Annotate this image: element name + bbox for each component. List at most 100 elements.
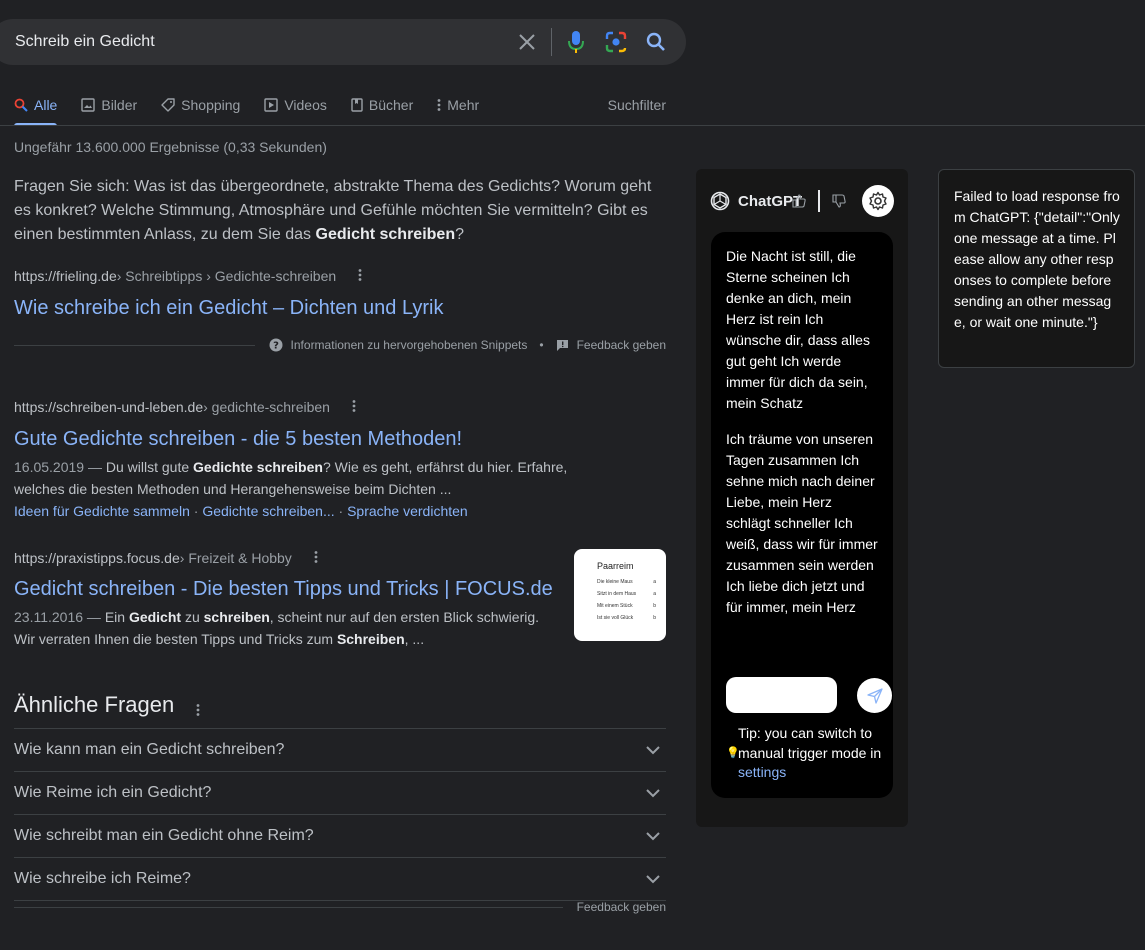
sitelink[interactable]: Gedichte schreiben... xyxy=(202,503,334,519)
chatgpt-panel: ChatGPT Die Nacht ist still, die Sterne … xyxy=(696,169,908,827)
tab-label: Bilder xyxy=(101,97,138,113)
response-paragraph: Die Nacht ist still, die Sterne scheinen… xyxy=(726,248,870,411)
result-title-link[interactable]: Wie schreibe ich ein Gedicht – Dichten u… xyxy=(14,295,666,321)
search-icon xyxy=(14,98,28,112)
thumbs-down-icon[interactable] xyxy=(832,194,846,208)
desc-text: zu xyxy=(181,609,204,625)
error-panel: Failed to load response from ChatGPT: {"… xyxy=(938,169,1135,368)
more-options-button[interactable] xyxy=(308,550,324,566)
result-domain: https://frieling.de xyxy=(14,268,117,284)
search-result: https://schreiben-und-leben.de › gedicht… xyxy=(14,399,666,522)
search-divider xyxy=(551,28,552,56)
thumbnail-rhyme: b xyxy=(653,615,656,621)
featured-result: https://frieling.de › Schreibtipps › Ged… xyxy=(14,268,666,321)
result-description: 23.11.2016 — Ein Gedicht zu schreiben, s… xyxy=(14,606,554,650)
desc-bold: Gedichte schreiben xyxy=(193,459,323,475)
sitelink-separator: · xyxy=(334,503,348,519)
more-options-button[interactable] xyxy=(346,399,362,415)
tab-alle[interactable]: Alle xyxy=(14,84,58,126)
thumbnail-line: Ist sie voll Glück xyxy=(597,615,634,621)
tab-label: Bücher xyxy=(368,97,414,113)
chatgpt-tip: 💡 Tip: you can switch to manual trigger … xyxy=(726,724,886,783)
tab-bilder[interactable]: Bilder xyxy=(81,84,137,126)
thumbnail-row: Die kleine Maus a xyxy=(597,576,656,588)
chevron-down-icon xyxy=(646,788,660,797)
related-question[interactable]: Wie schreibt man ein Gedicht ohne Reim? xyxy=(14,814,666,857)
book-icon xyxy=(351,98,363,112)
more-options-button[interactable] xyxy=(352,268,368,284)
tab-label: Mehr xyxy=(447,97,480,113)
related-questions-title: Ähnliche Fragen xyxy=(14,692,175,717)
result-title-link[interactable]: Gute Gedichte schreiben - die 5 besten M… xyxy=(14,426,666,452)
desc-bold: Schreiben xyxy=(336,631,405,647)
search-button[interactable] xyxy=(636,19,676,65)
result-description: 16.05.2019 — Du willst gute Gedichte sch… xyxy=(14,456,574,500)
microphone-icon xyxy=(568,31,584,53)
sitelinks: Ideen für Gedichte sammeln · Gedichte sc… xyxy=(14,500,666,522)
search-input[interactable] xyxy=(0,19,507,65)
tab-label: Alle xyxy=(34,97,58,113)
result-cite: https://praxistipps.focus.de › Freizeit … xyxy=(14,550,566,566)
tab-buecher[interactable]: Bücher xyxy=(351,84,413,126)
settings-button[interactable] xyxy=(862,185,894,217)
sitelink[interactable]: Sprache verdichten xyxy=(347,503,468,519)
related-questions-footer: Feedback geben xyxy=(14,900,666,914)
send-icon xyxy=(866,687,883,704)
camera-lens-icon xyxy=(605,31,627,53)
openai-logo-icon xyxy=(710,191,730,211)
search-bar xyxy=(0,19,686,65)
thumbnail-line: Mit einem Stück xyxy=(597,603,633,609)
result-breadcrumb: › Freizeit & Hobby xyxy=(179,550,292,566)
tab-shopping[interactable]: Shopping xyxy=(161,84,240,126)
question-text: Wie kann man ein Gedicht schreiben? xyxy=(14,741,285,758)
send-button[interactable] xyxy=(857,678,892,713)
chevron-down-icon xyxy=(646,874,660,883)
result-domain: https://praxistipps.focus.de xyxy=(14,550,180,566)
featured-snippet-text: Fragen Sie sich: Was ist das übergeordne… xyxy=(14,175,666,247)
result-date: 16.05.2019 — xyxy=(14,459,106,475)
result-date: 23.11.2016 — xyxy=(14,609,105,625)
question-text: Wie schreibt man ein Gedicht ohne Reim? xyxy=(14,827,314,844)
result-thumbnail[interactable]: Paarreim Die kleine Maus a Sitzt in dem H… xyxy=(574,549,666,641)
tab-videos[interactable]: Videos xyxy=(264,84,327,126)
related-questions-heading: Ähnliche Fragen xyxy=(14,692,206,718)
chatgpt-message-input[interactable] xyxy=(726,677,837,713)
tag-icon xyxy=(161,98,175,112)
feedback-link[interactable]: Feedback geben xyxy=(556,338,666,352)
play-icon xyxy=(264,98,279,112)
more-options-button[interactable] xyxy=(190,697,206,716)
search-tabs: Alle Bilder Shopping Videos Bücher Mehr … xyxy=(14,84,666,126)
related-question[interactable]: Wie kann man ein Gedicht schreiben? xyxy=(14,728,666,771)
result-stats: Ungefähr 13.600.000 Ergebnisse (0,33 Sek… xyxy=(14,139,327,155)
image-icon xyxy=(81,98,96,112)
sitelink-separator: · xyxy=(189,503,203,519)
search-result: https://praxistipps.focus.de › Freizeit … xyxy=(14,550,566,650)
desc-bold: Gedicht xyxy=(128,609,182,625)
thumbnail-rhyme: a xyxy=(653,591,656,597)
thumbs-up-icon[interactable] xyxy=(792,194,806,208)
related-question[interactable]: Wie schreibe ich Reime? xyxy=(14,857,666,901)
sitelink[interactable]: Ideen für Gedichte sammeln xyxy=(14,503,190,519)
chatgpt-response: Die Nacht ist still, die Sterne scheinen… xyxy=(711,232,893,798)
tab-mehr[interactable]: Mehr xyxy=(437,84,479,126)
related-question[interactable]: Wie Reime ich ein Gedicht? xyxy=(14,771,666,814)
more-vert-icon xyxy=(358,269,362,281)
tab-label: Videos xyxy=(284,97,327,113)
search-filter-button[interactable]: Suchfilter xyxy=(608,84,666,126)
tab-label: Shopping xyxy=(181,97,241,113)
result-title-link[interactable]: Gedicht schreiben - Die besten Tipps und… xyxy=(14,576,566,602)
response-paragraph: Ich träume von unseren Tagen zusammen Ic… xyxy=(726,431,878,615)
image-search-button[interactable] xyxy=(596,19,636,65)
settings-link[interactable]: settings xyxy=(738,764,786,780)
snippet-text-end: ? xyxy=(455,226,464,243)
feedback-link[interactable]: Feedback geben xyxy=(577,900,666,914)
snippet-info-link[interactable]: ? Informationen zu hervorgehobenen Snipp… xyxy=(269,338,527,352)
desc-bold: schreiben xyxy=(203,609,270,625)
voice-search-button[interactable] xyxy=(556,19,596,65)
snippet-bold: Gedicht schreiben xyxy=(315,226,456,243)
chatgpt-header: ChatGPT xyxy=(710,185,894,217)
thumbnail-rhyme: a xyxy=(653,579,656,585)
clear-button[interactable] xyxy=(507,19,547,65)
search-filter-label: Suchfilter xyxy=(607,97,666,113)
result-domain: https://schreiben-und-leben.de xyxy=(14,399,204,415)
